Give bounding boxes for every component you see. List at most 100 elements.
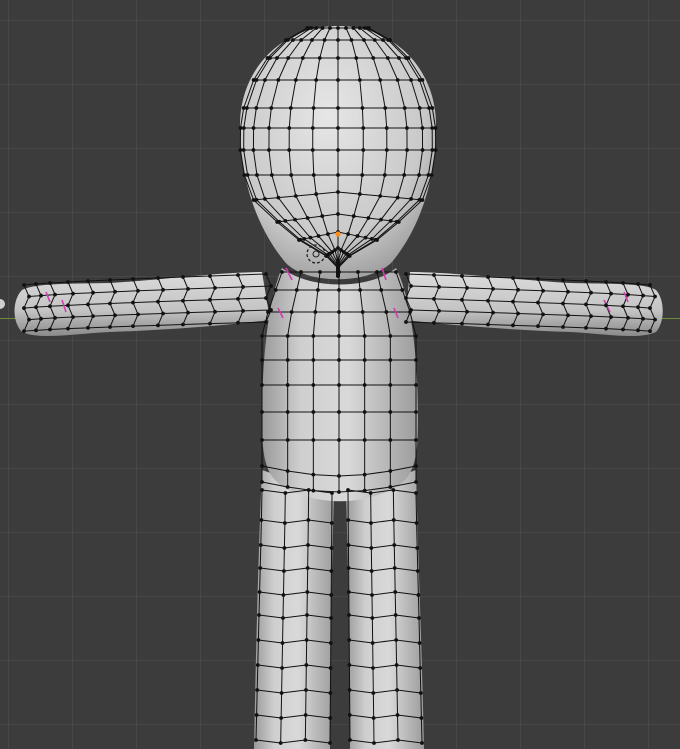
vertex — [259, 518, 264, 522]
vertex — [391, 518, 396, 522]
vertex — [566, 289, 570, 294]
vertex — [388, 334, 393, 338]
vertex — [379, 217, 383, 222]
vertex — [283, 219, 288, 223]
3d-viewport[interactable] — [0, 0, 680, 749]
vertex — [388, 438, 393, 442]
vertex — [369, 237, 374, 241]
vertex — [404, 320, 408, 324]
vertex — [300, 56, 305, 60]
vertex — [465, 309, 469, 314]
vertex — [418, 666, 423, 670]
vertex — [113, 313, 117, 318]
vertex — [384, 148, 389, 152]
vertex — [285, 485, 290, 489]
vertex — [648, 329, 652, 334]
vertex — [236, 297, 240, 301]
vertex — [369, 546, 374, 550]
vertex — [414, 358, 418, 362]
vertex — [491, 310, 495, 315]
vertex — [419, 716, 424, 720]
vertex — [213, 309, 217, 314]
vertex — [330, 491, 334, 495]
vertex — [370, 616, 375, 620]
vertex — [404, 272, 408, 276]
vertex — [337, 270, 341, 274]
vertex — [161, 287, 165, 292]
vertex — [371, 666, 375, 670]
vertex — [375, 270, 379, 274]
vertex — [370, 593, 374, 597]
vertex — [648, 306, 652, 310]
vertex — [258, 543, 263, 547]
vertex — [254, 197, 259, 202]
vertex — [432, 320, 436, 325]
vertex — [351, 26, 356, 30]
vertex — [86, 325, 90, 330]
vertex — [406, 56, 411, 60]
vertex — [314, 26, 319, 30]
vertex — [256, 638, 261, 642]
vertex — [310, 38, 314, 42]
vertex — [370, 641, 375, 645]
vertex — [636, 328, 640, 333]
vertex — [392, 543, 397, 547]
vertex — [346, 488, 350, 492]
vertex — [393, 613, 398, 617]
mesh-canvas[interactable] — [0, 0, 680, 749]
vertex — [409, 308, 413, 312]
vertex — [420, 198, 425, 202]
vertex — [348, 738, 352, 742]
vertex — [355, 234, 360, 238]
vertex — [362, 410, 367, 414]
vertex — [328, 691, 333, 695]
vertex — [328, 666, 333, 670]
vertex — [156, 276, 160, 280]
vertex — [131, 300, 135, 305]
vertex — [414, 334, 418, 338]
vertex — [337, 383, 341, 387]
vertex — [589, 290, 593, 295]
vertex — [213, 286, 217, 290]
vertex — [360, 173, 365, 177]
vertex — [336, 56, 340, 60]
vertex — [251, 148, 256, 152]
vertex — [329, 569, 334, 573]
left-arm[interactable] — [14, 272, 271, 337]
vertex — [418, 691, 423, 695]
vertex — [328, 641, 333, 645]
vertex — [561, 301, 565, 306]
vertex — [293, 217, 297, 222]
vertex — [409, 284, 413, 288]
vertex — [269, 173, 274, 177]
vertex — [328, 26, 332, 30]
vertex — [336, 173, 340, 177]
vertex — [460, 297, 464, 302]
vertex — [362, 438, 367, 442]
vertex — [304, 688, 308, 692]
vertex — [395, 713, 400, 717]
vertex — [264, 320, 268, 324]
vertex — [371, 56, 376, 60]
vertex — [337, 310, 341, 314]
vertex — [260, 358, 264, 362]
right-leg[interactable] — [346, 470, 424, 749]
vertex — [362, 488, 367, 493]
vertex — [414, 480, 418, 484]
vertex — [305, 216, 310, 220]
vertex — [48, 281, 52, 285]
offscreen-object[interactable] — [0, 299, 5, 309]
left-leg[interactable] — [254, 470, 334, 749]
vertex — [278, 741, 283, 745]
vertex — [27, 317, 31, 322]
vertex — [437, 285, 441, 289]
vertex — [378, 78, 383, 82]
vertex — [22, 283, 26, 287]
vertex — [181, 298, 185, 303]
vertex — [279, 716, 284, 720]
vertex — [437, 308, 441, 313]
vertex — [34, 305, 38, 310]
vertex — [394, 663, 399, 667]
vertex — [303, 738, 308, 742]
vertex — [385, 56, 390, 60]
